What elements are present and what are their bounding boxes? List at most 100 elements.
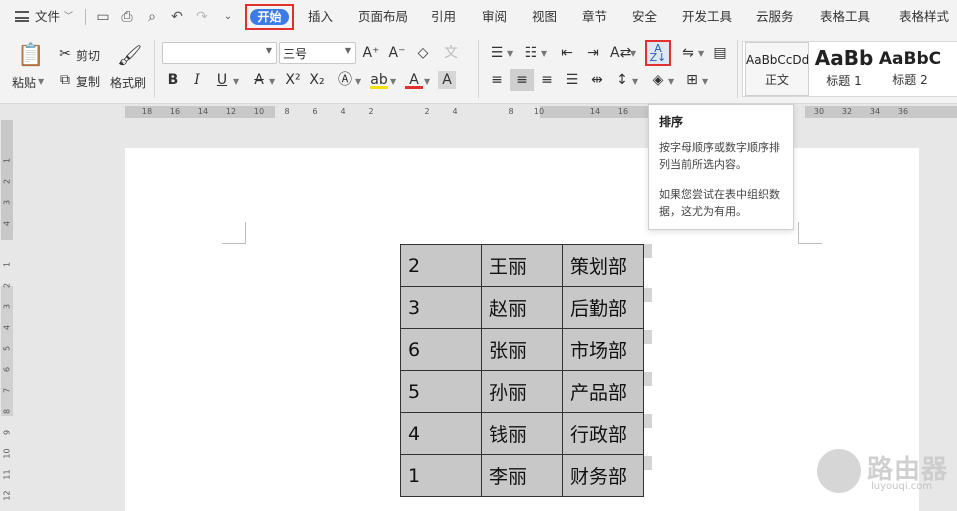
tab-insert[interactable]: 插入: [308, 0, 333, 34]
tab-references[interactable]: 引用: [431, 0, 456, 34]
paste-button[interactable]: 粘贴: [12, 74, 36, 91]
horizontal-ruler[interactable]: 18 16 14 12 10 8 6 4 2 2 4 8 10 14 16 30…: [125, 104, 957, 120]
distributed-align-icon[interactable]: ⇹: [588, 71, 606, 89]
menu-icon[interactable]: [15, 11, 29, 22]
italic-icon[interactable]: I: [188, 71, 206, 89]
line-spacing-icon[interactable]: ↕: [613, 71, 631, 89]
tab-table-tools[interactable]: 表格工具: [820, 0, 870, 34]
tab-view[interactable]: 视图: [532, 0, 557, 34]
table-of-contents-icon[interactable]: ▤: [711, 44, 729, 62]
table-cell[interactable]: 2: [400, 244, 482, 287]
font-color-icon[interactable]: A: [405, 71, 423, 89]
table-cell[interactable]: 市场部: [562, 328, 644, 371]
table-cell[interactable]: 4: [400, 412, 482, 455]
tab-chapter[interactable]: 章节: [582, 0, 607, 34]
style-heading-1[interactable]: AaBb 标题 1: [811, 42, 877, 96]
table-cell[interactable]: 3: [400, 286, 482, 329]
justify-icon[interactable]: ☰: [563, 71, 581, 89]
table-row[interactable]: 5 孙丽 产品部: [400, 370, 644, 413]
tab-page-layout[interactable]: 页面布局: [358, 0, 408, 34]
copy-button[interactable]: 复制: [76, 73, 100, 90]
table-cell[interactable]: 财务部: [562, 454, 644, 497]
align-left-icon[interactable]: ≡: [488, 71, 506, 89]
redo-icon[interactable]: ↷: [194, 9, 210, 25]
table-row[interactable]: 3 赵丽 后勤部: [400, 286, 644, 329]
cut-button[interactable]: 剪切: [76, 47, 100, 64]
font-name-select[interactable]: ▼: [162, 42, 277, 64]
table-cell[interactable]: 产品部: [562, 370, 644, 413]
font-size-select[interactable]: 三号 ▼: [279, 42, 356, 64]
chevron-down-icon[interactable]: ▼: [668, 77, 674, 86]
chevron-down-icon[interactable]: ▼: [269, 77, 275, 86]
paste-icon[interactable]: 📋: [17, 43, 44, 69]
file-menu[interactable]: 文件: [35, 0, 60, 34]
chevron-down-icon[interactable]: ▼: [390, 77, 396, 86]
table-cell[interactable]: 张丽: [481, 328, 563, 371]
superscript-icon[interactable]: X²: [284, 71, 302, 89]
highlight-icon[interactable]: ab: [370, 71, 388, 89]
table-cell[interactable]: 行政部: [562, 412, 644, 455]
grow-font-icon[interactable]: A⁺: [362, 44, 380, 62]
chevron-down-icon[interactable]: ▼: [698, 49, 704, 58]
chevron-down-icon[interactable]: ▼: [355, 77, 361, 86]
table-cell[interactable]: 1: [400, 454, 482, 497]
table-cell[interactable]: 李丽: [481, 454, 563, 497]
bullet-list-icon[interactable]: ☰: [488, 44, 506, 62]
chevron-down-icon[interactable]: ﹀: [64, 0, 73, 34]
subscript-icon[interactable]: X₂: [308, 71, 326, 89]
sort-icon[interactable]: A Z↓: [649, 43, 667, 63]
chevron-down-icon[interactable]: ▼: [233, 77, 239, 86]
character-shading-icon[interactable]: A: [438, 71, 456, 89]
chevron-down-icon[interactable]: ▼: [630, 49, 636, 58]
table-cell[interactable]: 6: [400, 328, 482, 371]
chevron-down-icon[interactable]: ▼: [632, 77, 638, 86]
tab-review[interactable]: 审阅: [482, 0, 507, 34]
tab-table-style[interactable]: 表格样式: [899, 0, 949, 34]
table-row[interactable]: 6 张丽 市场部: [400, 328, 644, 371]
table-row[interactable]: 4 钱丽 行政部: [400, 412, 644, 455]
shrink-font-icon[interactable]: A⁻: [388, 44, 406, 62]
undo-icon[interactable]: ↶: [169, 9, 185, 25]
strikethrough-icon[interactable]: A: [250, 71, 268, 89]
format-painter-icon[interactable]: 🖌: [117, 43, 142, 67]
data-table[interactable]: 2 王丽 策划部 3 赵丽 后勤部 6 张丽 市场部 5 孙丽 产品部 4 钱丽…: [400, 244, 644, 497]
table-cell[interactable]: 孙丽: [481, 370, 563, 413]
tab-cloud-service[interactable]: 云服务: [756, 0, 794, 34]
table-cell[interactable]: 钱丽: [481, 412, 563, 455]
table-cell[interactable]: 王丽: [481, 244, 563, 287]
tab-security[interactable]: 安全: [632, 0, 657, 34]
increase-indent-icon[interactable]: ⇥: [584, 44, 602, 62]
show-hide-marks-icon[interactable]: ⇋: [679, 44, 697, 62]
align-center-icon[interactable]: ≡: [510, 69, 534, 91]
chevron-down-icon[interactable]: ▼: [541, 49, 547, 58]
save-icon[interactable]: ▭: [95, 9, 111, 25]
copy-icon[interactable]: ⧉: [56, 71, 74, 89]
numbered-list-icon[interactable]: ☷: [522, 44, 540, 62]
style-heading-2[interactable]: AaBbC 标题 2: [877, 42, 943, 96]
decrease-indent-icon[interactable]: ⇤: [558, 44, 576, 62]
tab-developer-tools[interactable]: 开发工具: [682, 0, 732, 34]
chevron-down-icon[interactable]: ▼: [424, 77, 430, 86]
quick-access-more-icon[interactable]: ⌄: [220, 9, 236, 25]
shading-icon[interactable]: ◈: [649, 71, 667, 89]
text-direction-icon[interactable]: A⇄: [610, 44, 631, 62]
table-cell[interactable]: 赵丽: [481, 286, 563, 329]
tab-home[interactable]: 开始: [250, 9, 289, 25]
print-icon[interactable]: ⎙: [119, 9, 135, 25]
phonetic-guide-icon[interactable]: 文: [442, 44, 460, 62]
clear-format-icon[interactable]: ◇: [414, 44, 432, 62]
style-normal[interactable]: AaBbCcDd 正文: [745, 42, 809, 96]
table-row[interactable]: 2 王丽 策划部: [400, 244, 644, 287]
cut-icon[interactable]: ✂: [56, 45, 74, 63]
chevron-down-icon[interactable]: ▼: [702, 77, 708, 86]
bold-icon[interactable]: B: [164, 71, 182, 89]
underline-icon[interactable]: U: [213, 71, 231, 89]
chevron-down-icon[interactable]: ▼: [38, 77, 44, 86]
table-cell[interactable]: 策划部: [562, 244, 644, 287]
format-painter-button[interactable]: 格式刷: [110, 74, 146, 91]
print-preview-icon[interactable]: ⌕: [144, 9, 160, 25]
borders-icon[interactable]: ⊞: [683, 71, 701, 89]
table-row[interactable]: 1 李丽 财务部: [400, 454, 644, 497]
align-right-icon[interactable]: ≡: [538, 71, 556, 89]
table-cell[interactable]: 5: [400, 370, 482, 413]
